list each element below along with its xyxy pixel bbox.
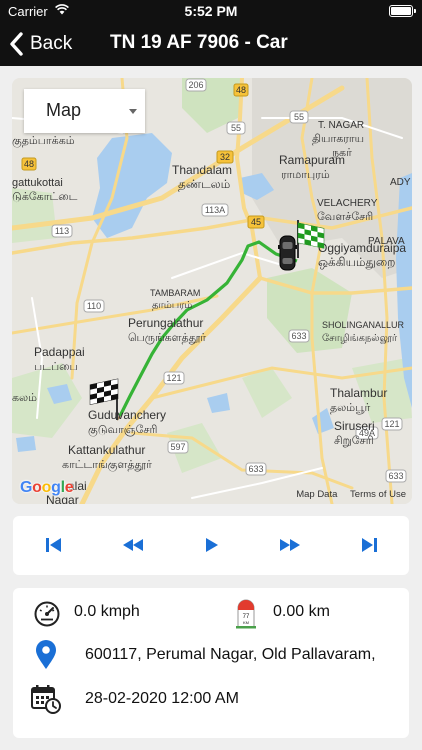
svg-text:633: 633 xyxy=(248,464,263,474)
map-label-gattukottai-tamil: டுக்கோட்டை xyxy=(12,191,78,203)
speedometer-icon xyxy=(34,601,60,627)
route-shield: 206 xyxy=(185,78,207,92)
map-label-kalam-tamil: கலம் xyxy=(12,392,37,404)
clock: 5:52 PM xyxy=(184,3,238,19)
map-label-thandalam: Thandalam xyxy=(172,163,232,177)
map-label-ramapuram-tamil: ராமாபுரம் xyxy=(281,169,330,181)
svg-text:48: 48 xyxy=(236,85,246,95)
map-label-perungalathur-tamil: பெருங்களத்தூர் xyxy=(128,332,206,344)
map-label-thalambur: Thalambur xyxy=(330,386,387,400)
route-shield: 48 xyxy=(21,157,37,171)
map-label-siruseri-tamil: சிறுசேரி xyxy=(334,435,374,447)
map-label-oggiyamduraipakkam: Oggiyamduraipa xyxy=(318,241,406,255)
route-shield: 110 xyxy=(83,299,105,313)
route-shield: 633 xyxy=(245,462,267,476)
route-shield: 32 xyxy=(216,150,234,164)
map-label-oggiyamduraipakkam-tamil: ஒக்கியம்துறை xyxy=(318,255,395,270)
svg-text:45: 45 xyxy=(251,217,261,227)
map-label-kuthambakkam: குதம்பாக்கம் xyxy=(12,135,75,149)
map-label-siruseri: Siruseri xyxy=(334,419,375,433)
chevron-left-icon xyxy=(10,32,23,56)
map-label-perungalathur: Perungalathur xyxy=(128,316,203,330)
svg-text:633: 633 xyxy=(388,471,403,481)
map-label-kattankulathur-tamil: காட்டாங்குளத்தூர் xyxy=(62,459,152,473)
back-label: Back xyxy=(30,33,73,54)
rewind-icon[interactable] xyxy=(120,534,146,556)
map-data-link[interactable]: Map Data xyxy=(296,489,337,500)
map-label-gattukottai: gattukottai xyxy=(12,177,63,189)
map-label-velachery: VELACHERY xyxy=(317,198,378,209)
map-view[interactable]: 206 48 55 55 48 32 113 113A 45 110 633 1… xyxy=(12,78,412,504)
svg-text:55: 55 xyxy=(231,123,241,133)
route-shield: 121 xyxy=(381,417,403,431)
map-label-kattankulathur: Kattankulathur xyxy=(68,443,145,457)
route-shield: 48 xyxy=(233,83,249,97)
skip-to-start-icon[interactable] xyxy=(43,534,65,556)
milestone-icon: 77 KM xyxy=(236,599,256,629)
map-label-ramapuram: Ramapuram xyxy=(279,153,345,167)
location-pin-icon xyxy=(36,640,56,669)
route-shield: 633 xyxy=(385,469,407,483)
map-label-thandalam-tamil: தண்டலம் xyxy=(178,177,230,191)
trip-info-card: 0.0 kmph 77 KM 0.00 km 600117, Perumal N… xyxy=(13,588,409,738)
map-label-guduvanchery: Guduvanchery xyxy=(88,408,166,422)
chevron-down-icon xyxy=(129,109,137,114)
datetime-value: 28-02-2020 12:00 AM xyxy=(85,690,239,707)
map-label-padappai: Padappai xyxy=(34,345,85,359)
route-shield: 597 xyxy=(167,440,189,454)
map-type-dropdown[interactable]: Map xyxy=(24,89,145,133)
route-shield: 113A xyxy=(201,203,229,217)
svg-text:113: 113 xyxy=(55,226,69,236)
svg-text:121: 121 xyxy=(384,419,399,429)
svg-text:KM: KM xyxy=(243,620,249,625)
distance-value: 0.00 km xyxy=(273,603,330,620)
status-bar: Carrier 5:52 PM xyxy=(0,0,422,22)
playback-controls xyxy=(13,516,409,575)
svg-text:121: 121 xyxy=(166,373,181,383)
map-canvas[interactable]: 206 48 55 55 48 32 113 113A 45 110 633 1… xyxy=(12,78,412,504)
route-shield: 55 xyxy=(289,110,309,124)
lake xyxy=(16,436,36,452)
play-icon[interactable] xyxy=(200,534,222,556)
route-shield: 113 xyxy=(51,224,73,238)
svg-text:32: 32 xyxy=(220,152,230,162)
route-shield: 45 xyxy=(247,215,265,229)
svg-text:113A: 113A xyxy=(205,205,225,215)
route-shield: 121 xyxy=(163,371,185,385)
svg-text:633: 633 xyxy=(291,331,306,341)
page-title: TN 19 AF 7906 - Car xyxy=(110,32,288,53)
address-value: 600117, Perumal Nagar, Old Pallavaram, xyxy=(85,646,376,663)
map-label-ady: ADY xyxy=(390,177,411,188)
map-label-t-nagar-tamil: தியாகராய xyxy=(312,133,364,145)
svg-text:110: 110 xyxy=(87,301,101,311)
fast-forward-icon[interactable] xyxy=(277,534,303,556)
map-label-tambaram-tamil: தாம்பரம் xyxy=(152,300,192,311)
navigation-bar: Back TN 19 AF 7906 - Car xyxy=(0,22,422,66)
svg-text:55: 55 xyxy=(294,112,304,122)
map-attribution: Map Data Terms of Use xyxy=(286,489,406,500)
map-label-thalambur-tamil: தலம்பூர் xyxy=(330,402,370,414)
route-shield: 55 xyxy=(226,121,246,135)
speed-value: 0.0 kmph xyxy=(74,603,140,620)
google-logo: Google xyxy=(20,479,74,496)
map-label-velachery-tamil: வேளச்சேரி xyxy=(317,211,373,223)
svg-text:206: 206 xyxy=(188,80,203,90)
calendar-clock-icon xyxy=(31,685,61,714)
terms-of-use-link[interactable]: Terms of Use xyxy=(350,489,406,500)
route-shield: 633 xyxy=(288,329,310,343)
map-label-guduvanchery-tamil: குடுவாஞ்சேரி xyxy=(88,424,157,438)
back-button[interactable]: Back xyxy=(6,28,72,60)
svg-text:597: 597 xyxy=(170,442,185,452)
battery-icon xyxy=(389,5,416,17)
map-label-sholinganallur: SHOLINGANALLUR xyxy=(322,320,405,330)
map-label-sholinganallur-tamil: சோழிங்கநல்லூர் xyxy=(322,333,398,344)
map-label-tambaram: TAMBARAM xyxy=(150,288,200,298)
svg-text:48: 48 xyxy=(24,159,34,169)
vehicle-car-icon[interactable] xyxy=(278,235,297,271)
map-label-t-nagar: T. NAGAR xyxy=(318,120,364,131)
map-type-value: Map xyxy=(46,100,82,120)
map-label-padappai-tamil: படப்பை xyxy=(34,361,78,373)
skip-to-end-icon[interactable] xyxy=(358,534,380,556)
